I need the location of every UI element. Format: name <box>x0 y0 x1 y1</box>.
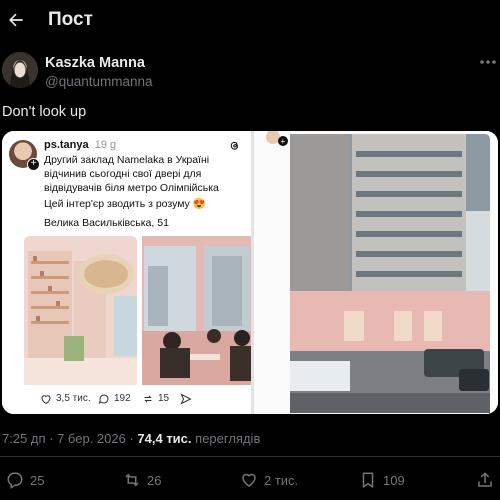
embedded-like-icon <box>41 395 51 405</box>
post-meta: 7:25 дп · 7 бер. 2026 · 74,4 тис. перегл… <box>2 431 260 446</box>
more-icon[interactable] <box>478 56 498 68</box>
embedded-username: ps.tanya <box>44 139 89 151</box>
like-icon <box>242 473 256 487</box>
views-label: переглядів <box>195 431 261 446</box>
repost-count: 26 <box>147 472 162 488</box>
views-count: 74,4 тис. <box>137 431 192 446</box>
embedded-address: Велика Васильківська, 51 <box>44 217 169 229</box>
share-icon <box>478 472 492 487</box>
like-button[interactable]: 2 тис. <box>240 471 298 489</box>
avatar[interactable] <box>2 52 38 88</box>
threads-logo-icon <box>230 141 238 150</box>
embedded-comment-icon <box>98 394 109 404</box>
embedded-reposts: 15 <box>158 393 170 404</box>
embedded-likes: 3,5 тис. <box>56 393 91 404</box>
author-handle[interactable]: @quantummanna <box>45 74 153 89</box>
repost-button[interactable]: 26 <box>123 471 161 489</box>
post-timestamp[interactable]: 7:25 дп · 7 бер. 2026 · <box>2 431 134 446</box>
bookmark-button[interactable]: 109 <box>359 471 405 489</box>
embedded-comments: 192 <box>114 393 131 404</box>
repost-icon <box>125 473 139 487</box>
embedded-repost-icon <box>144 395 152 403</box>
embedded-body: Другий заклад Namelaka в Україні відчини… <box>44 154 219 194</box>
post-media[interactable]: + ps.tanya 19 g Другий заклад Namelaka в… <box>2 131 498 414</box>
post-text: Don't look up <box>2 104 87 120</box>
share-button[interactable] <box>476 471 494 489</box>
embedded-age: 19 g <box>94 139 117 151</box>
embedded-screenshot: + ps.tanya 19 g Другий заклад Namelaka в… <box>2 131 252 414</box>
reply-button[interactable]: 25 <box>6 471 44 489</box>
author-name[interactable]: Kaszka Manna <box>45 55 145 71</box>
bookmark-count: 109 <box>383 472 405 488</box>
reply-icon <box>7 472 23 489</box>
svg-text:+: + <box>281 137 286 146</box>
embedded-line2: Цей інтер'єр зводить з розуму 😍 <box>44 198 206 210</box>
like-count: 2 тис. <box>264 472 299 488</box>
page-title: Пост <box>48 9 93 30</box>
send-icon <box>180 393 192 405</box>
building-photo: + <box>254 131 498 414</box>
back-arrow-icon[interactable] <box>6 10 26 30</box>
divider <box>0 456 500 457</box>
reply-count: 25 <box>30 472 45 488</box>
bookmark-icon <box>362 472 374 489</box>
